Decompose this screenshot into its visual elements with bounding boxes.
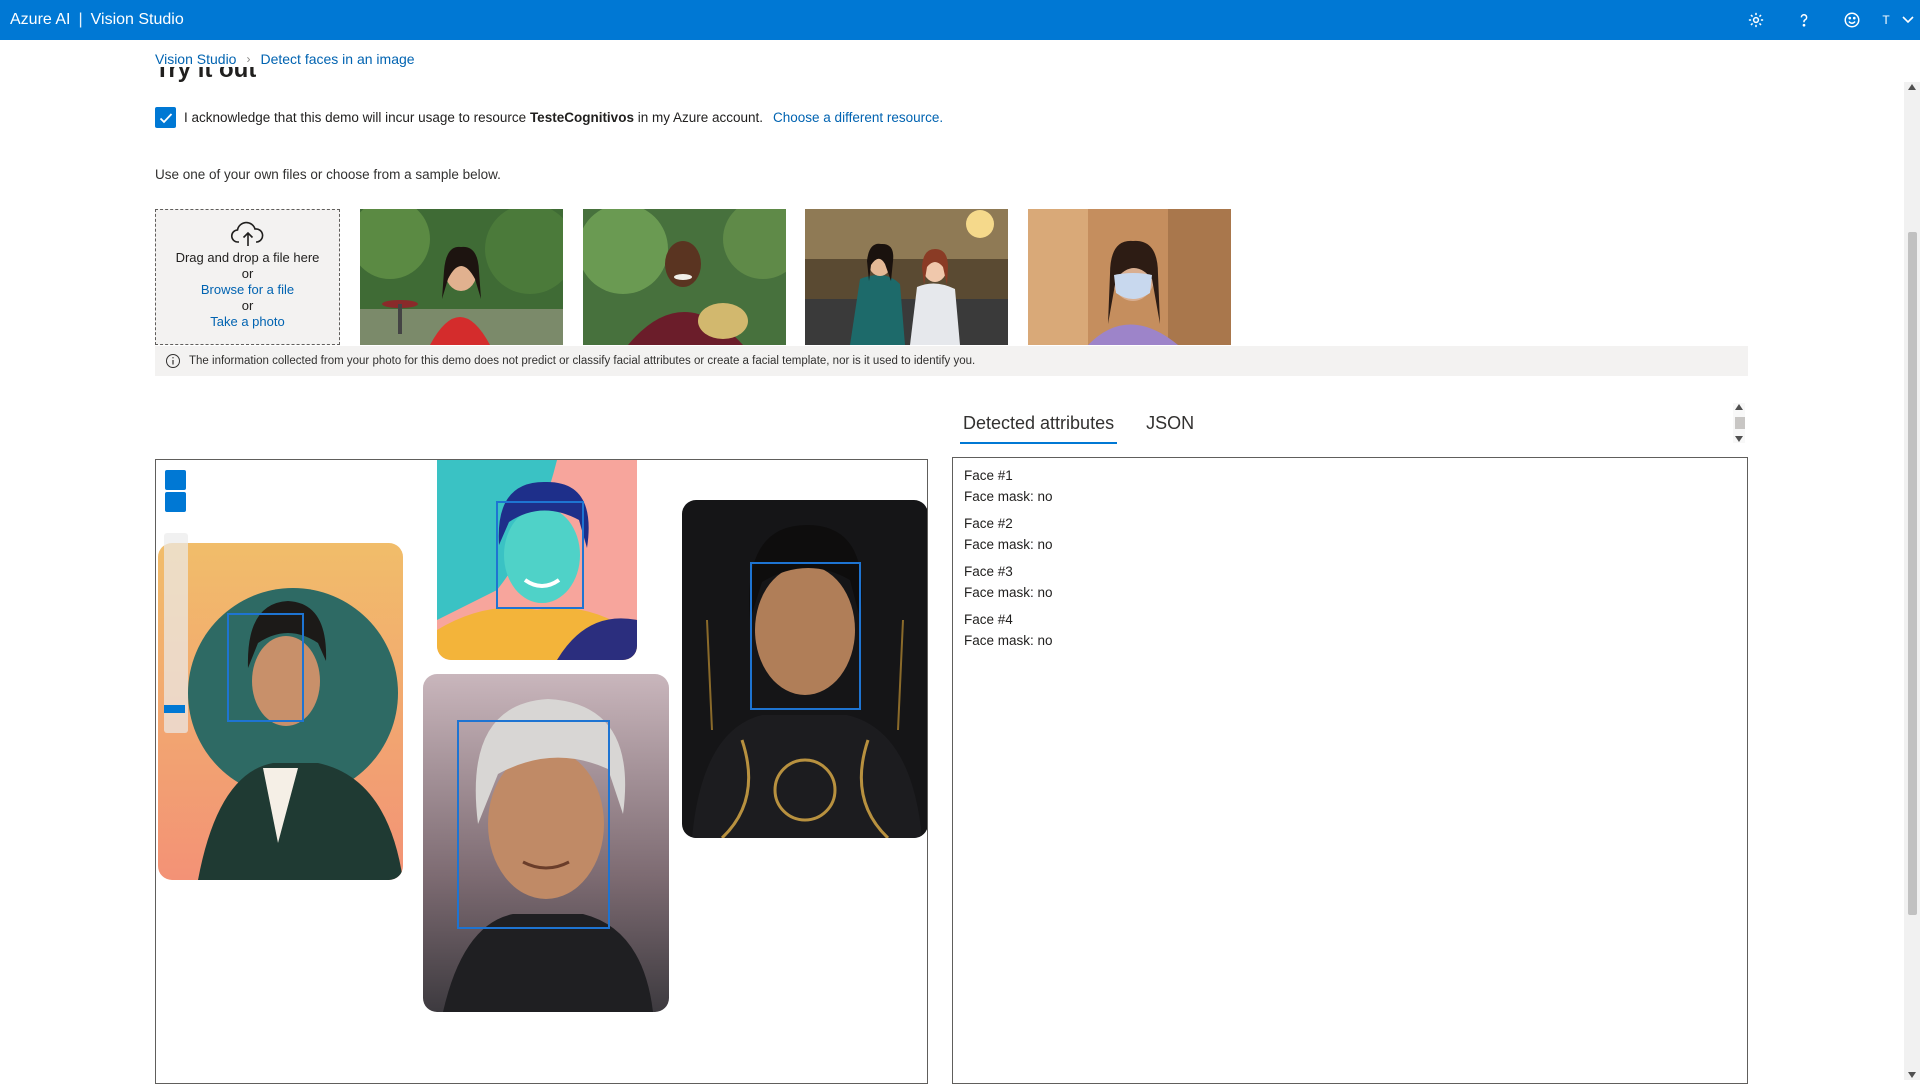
- face-title: Face #2: [964, 516, 1013, 531]
- help-icon[interactable]: [1780, 0, 1828, 40]
- zoom-controls: [165, 470, 186, 514]
- face-mask-value: Face mask: no: [964, 537, 1053, 552]
- page-section-title: Try it out: [155, 64, 257, 83]
- chevron-down-icon[interactable]: [1896, 0, 1920, 40]
- or-text: or: [241, 298, 254, 313]
- feedback-smiley-icon[interactable]: [1828, 0, 1876, 40]
- face-result-3: Face #3 Face mask: no: [964, 561, 1736, 603]
- browse-file-link[interactable]: Browse for a file: [201, 282, 294, 298]
- page-scrollbar[interactable]: [1904, 82, 1920, 1080]
- zoom-slider-thumb[interactable]: [164, 705, 185, 713]
- info-icon: [166, 354, 180, 368]
- brand-separator: |: [78, 11, 83, 28]
- scroll-down-icon[interactable]: [1908, 1072, 1916, 1078]
- breadcrumb: Vision Studio › Detect faces in an image: [155, 51, 421, 67]
- scroll-up-icon[interactable]: [1908, 84, 1916, 90]
- acknowledge-row: I acknowledge that this demo will incur …: [155, 107, 943, 128]
- scroll-up-icon[interactable]: [1735, 404, 1743, 410]
- intro-text: Use one of your own files or choose from…: [155, 167, 501, 182]
- file-drop-zone[interactable]: Drag and drop a file here or Browse for …: [155, 209, 340, 345]
- product-name: Vision Studio: [90, 11, 184, 28]
- breadcrumb-current-link[interactable]: Detect faces in an image: [260, 51, 414, 67]
- face-mask-value: Face mask: no: [964, 489, 1053, 504]
- settings-icon[interactable]: [1732, 0, 1780, 40]
- user-avatar[interactable]: T: [1876, 13, 1896, 27]
- face-mask-value: Face mask: no: [964, 585, 1053, 600]
- page-scrollbar-thumb[interactable]: [1908, 232, 1917, 915]
- face-bounding-box-1[interactable]: [227, 613, 304, 722]
- analyzed-image-panel: [155, 459, 928, 1084]
- app-brand[interactable]: Azure AI | Vision Studio: [0, 11, 184, 29]
- scrollbar-thumb[interactable]: [1735, 417, 1745, 429]
- resource-name: TesteCognitivos: [529, 110, 634, 125]
- sample-image-woman-red-dress[interactable]: [360, 209, 563, 345]
- detected-attributes-panel: Face #1 Face mask: no Face #2 Face mask:…: [952, 457, 1748, 1084]
- chevron-right-icon: ›: [246, 52, 251, 66]
- sample-image-woman-face-mask[interactable]: [1028, 209, 1231, 345]
- acknowledge-text-after: in my Azure account.: [633, 110, 764, 125]
- sample-image-man-drum[interactable]: [583, 209, 786, 345]
- brand-name: Azure AI: [10, 11, 71, 28]
- result-tabs: Detected attributes JSON: [960, 410, 1197, 444]
- drag-drop-text: Drag and drop a file here: [175, 250, 320, 265]
- acknowledge-text-before: I acknowledge that this demo will incur …: [184, 110, 530, 125]
- cloud-upload-icon: [230, 221, 263, 246]
- choose-resource-link[interactable]: Choose a different resource.: [773, 110, 943, 125]
- top-navigation-bar: Azure AI | Vision Studio T: [0, 0, 1920, 40]
- zoom-slider-track[interactable]: [164, 533, 188, 733]
- face-title: Face #4: [964, 612, 1013, 627]
- face-result-1: Face #1 Face mask: no: [964, 465, 1736, 507]
- scroll-down-icon[interactable]: [1735, 436, 1743, 442]
- zoom-in-button[interactable]: [165, 470, 186, 490]
- tab-detected-attributes[interactable]: Detected attributes: [960, 410, 1118, 444]
- face-result-4: Face #4 Face mask: no: [964, 609, 1736, 651]
- face-mask-value: Face mask: no: [964, 633, 1053, 648]
- face-result-2: Face #2 Face mask: no: [964, 513, 1736, 555]
- face-title: Face #3: [964, 564, 1013, 579]
- take-photo-link[interactable]: Take a photo: [210, 314, 284, 330]
- face-bounding-box-3[interactable]: [457, 720, 610, 929]
- checkmark-icon: [159, 112, 172, 123]
- acknowledge-checkbox[interactable]: [155, 107, 176, 128]
- tab-json[interactable]: JSON: [1143, 410, 1197, 444]
- or-text: or: [241, 266, 254, 281]
- face-title: Face #1: [964, 468, 1013, 483]
- tabs-scrollbar[interactable]: [1733, 403, 1745, 443]
- zoom-out-button[interactable]: [165, 492, 186, 512]
- privacy-info-text: The information collected from your phot…: [189, 355, 976, 367]
- privacy-info-bar: The information collected from your phot…: [155, 346, 1748, 376]
- face-bounding-box-2[interactable]: [496, 501, 584, 609]
- breadcrumb-root-link[interactable]: Vision Studio: [155, 51, 236, 67]
- sample-image-two-women-office[interactable]: [805, 209, 1008, 345]
- face-bounding-box-4[interactable]: [750, 562, 861, 710]
